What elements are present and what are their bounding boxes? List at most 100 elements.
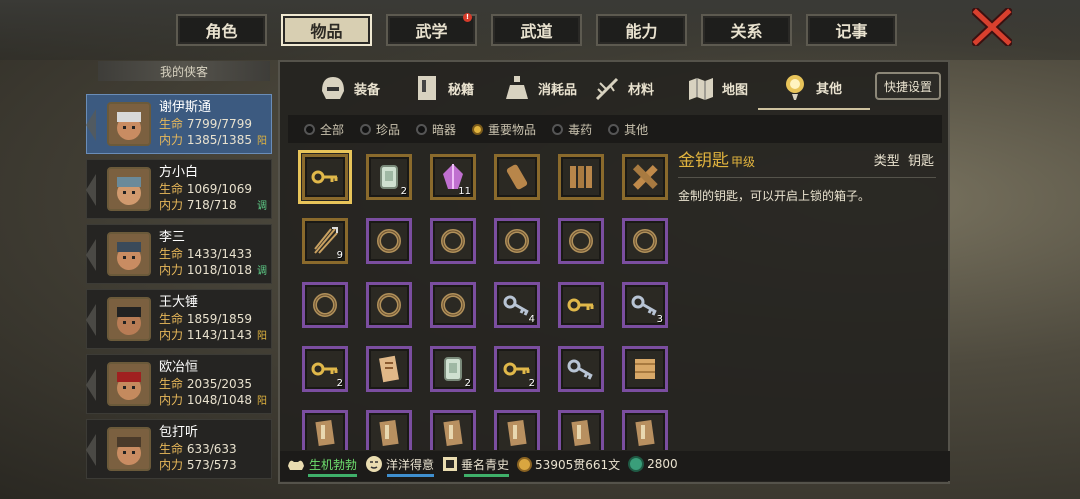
tab-1[interactable]: 物品 bbox=[281, 14, 372, 46]
hp-value: 2035/2035 bbox=[186, 377, 252, 391]
category-tab-label: 材料 bbox=[628, 82, 655, 98]
ring-icon bbox=[441, 293, 465, 317]
item-slot[interactable] bbox=[622, 346, 668, 392]
hero-mp: 内力 573/573 bbox=[159, 457, 271, 473]
hero-card[interactable]: 李三 生命 1433/1433 内力 1018/1018 调 bbox=[86, 224, 272, 284]
book-icon bbox=[418, 76, 436, 100]
item-slot[interactable]: 3 bbox=[622, 282, 668, 328]
item-slot[interactable] bbox=[558, 410, 604, 450]
item-slot[interactable] bbox=[622, 410, 668, 450]
item-slot[interactable]: 2 bbox=[302, 346, 348, 392]
item-slot[interactable]: 2 bbox=[494, 346, 540, 392]
hero-tag: 阳 bbox=[257, 396, 267, 407]
item-slot[interactable] bbox=[366, 410, 412, 450]
item-slot[interactable] bbox=[558, 154, 604, 200]
item-slot[interactable] bbox=[494, 410, 540, 450]
hero-card[interactable]: 谢伊斯通 生命 7799/7799 内力 1385/1385 阳 bbox=[86, 94, 272, 154]
hp-label: 生命 bbox=[159, 312, 184, 326]
jade-display: 2800 bbox=[628, 456, 678, 476]
item-grid: 2 11 9 4 3 2 2 2 bbox=[298, 150, 678, 450]
hero-hp: 生命 7799/7799 bbox=[159, 116, 271, 132]
item-slot[interactable]: 9 bbox=[302, 218, 348, 264]
item-slot[interactable] bbox=[366, 346, 412, 392]
item-slot[interactable] bbox=[302, 282, 348, 328]
tab-6[interactable]: 记事 bbox=[806, 14, 897, 46]
mp-label: 内力 bbox=[159, 198, 184, 212]
item-slot[interactable] bbox=[430, 410, 476, 450]
hero-card[interactable]: 王大锤 生命 1859/1859 内力 1143/1143 阳 bbox=[86, 289, 272, 349]
hero-card[interactable]: 包打听 生命 633/633 内力 573/573 bbox=[86, 419, 272, 479]
item-slot[interactable] bbox=[558, 346, 604, 392]
hp-value: 1069/1069 bbox=[186, 182, 252, 196]
gold-key-icon bbox=[503, 362, 530, 376]
money-value: 53905贯661文 bbox=[535, 457, 621, 472]
item-slot[interactable] bbox=[302, 410, 348, 450]
tab-5[interactable]: 关系 bbox=[701, 14, 792, 46]
radio-icon bbox=[552, 123, 564, 135]
item-slot[interactable] bbox=[366, 282, 412, 328]
vitality-text: 生机勃勃 bbox=[309, 457, 358, 472]
category-tab-4[interactable]: 地图 bbox=[686, 66, 748, 110]
herb-icon bbox=[595, 77, 619, 101]
category-tab-2[interactable]: 消耗品 bbox=[502, 66, 577, 110]
mood-status[interactable]: 洋洋得意 bbox=[365, 455, 435, 477]
mp-value: 1018/1018 bbox=[186, 263, 252, 277]
category-tab-label: 其他 bbox=[816, 81, 843, 97]
tab-4[interactable]: 能力 bbox=[596, 14, 687, 46]
item-slot[interactable] bbox=[558, 282, 604, 328]
item-slot[interactable] bbox=[430, 218, 476, 264]
silver-key-icon bbox=[503, 295, 529, 316]
item-slot[interactable] bbox=[494, 154, 540, 200]
vitality-bar bbox=[308, 473, 358, 477]
radio-icon bbox=[360, 123, 372, 135]
filter-option[interactable]: 重要物品 bbox=[472, 121, 536, 138]
item-quantity: 11 bbox=[458, 186, 471, 197]
tab-2[interactable]: 武学! bbox=[386, 13, 477, 46]
inventory-panel: 装备 秘籍 消耗品 材料 地图 其他 快捷设置 全部 珍品 暗器 重要物品 毒药 其他 2 11 9 4 3… bbox=[278, 60, 950, 484]
item-slot[interactable] bbox=[366, 218, 412, 264]
item-slot[interactable] bbox=[558, 218, 604, 264]
item-slot[interactable]: 4 bbox=[494, 282, 540, 328]
filter-bar: 全部 珍品 暗器 重要物品 毒药 其他 bbox=[288, 115, 942, 143]
category-tab-0[interactable]: 装备 bbox=[318, 66, 380, 110]
hero-portrait bbox=[107, 297, 151, 341]
category-tab-5[interactable]: 其他 bbox=[758, 66, 871, 110]
category-tab-3[interactable]: 材料 bbox=[592, 66, 654, 110]
close-icon[interactable] bbox=[972, 8, 1012, 46]
item-type: 类型 钥匙 bbox=[874, 150, 934, 169]
item-slot[interactable]: 2 bbox=[430, 346, 476, 392]
filter-option[interactable]: 珍品 bbox=[360, 121, 400, 138]
note-icon bbox=[379, 355, 399, 383]
quick-settings-button[interactable]: 快捷设置 bbox=[875, 72, 941, 100]
hp-label: 生命 bbox=[159, 377, 184, 391]
item-slot[interactable]: 2 bbox=[366, 154, 412, 200]
category-tab-1[interactable]: 秘籍 bbox=[412, 66, 474, 110]
vitality-status[interactable]: 生机勃勃 bbox=[286, 456, 358, 477]
filter-option[interactable]: 全部 bbox=[304, 121, 344, 138]
hero-card[interactable]: 方小白 生命 1069/1069 内力 718/718 调 bbox=[86, 159, 272, 219]
filter-option[interactable]: 暗器 bbox=[416, 121, 456, 138]
filter-option[interactable]: 毒药 bbox=[552, 121, 592, 138]
filter-option[interactable]: 其他 bbox=[608, 121, 648, 138]
fame-status[interactable]: 垂名青史 bbox=[442, 456, 510, 477]
muscle-icon bbox=[288, 460, 304, 470]
tab-0[interactable]: 角色 bbox=[176, 14, 267, 46]
radio-icon bbox=[608, 123, 620, 135]
hero-hp: 生命 1859/1859 bbox=[159, 311, 271, 327]
jade-token-icon bbox=[444, 357, 462, 381]
item-slot[interactable] bbox=[298, 150, 352, 204]
filter-label: 暗器 bbox=[432, 122, 457, 137]
item-slot[interactable] bbox=[622, 154, 668, 200]
item-description: 金制的钥匙，可以开启上锁的箱子。 bbox=[678, 189, 871, 203]
hero-card[interactable]: 欧冶恒 生命 2035/2035 内力 1048/1048 阳 bbox=[86, 354, 272, 414]
hp-value: 1433/1433 bbox=[186, 247, 252, 261]
item-slot[interactable] bbox=[494, 218, 540, 264]
item-slot[interactable]: 11 bbox=[430, 154, 476, 200]
mp-label: 内力 bbox=[159, 393, 184, 407]
tab-3[interactable]: 武道 bbox=[491, 14, 582, 46]
gold-key-icon bbox=[567, 298, 594, 312]
item-slot[interactable] bbox=[430, 282, 476, 328]
item-quantity: 4 bbox=[528, 314, 535, 325]
bamboo-slips-icon bbox=[570, 166, 592, 188]
item-slot[interactable] bbox=[622, 218, 668, 264]
